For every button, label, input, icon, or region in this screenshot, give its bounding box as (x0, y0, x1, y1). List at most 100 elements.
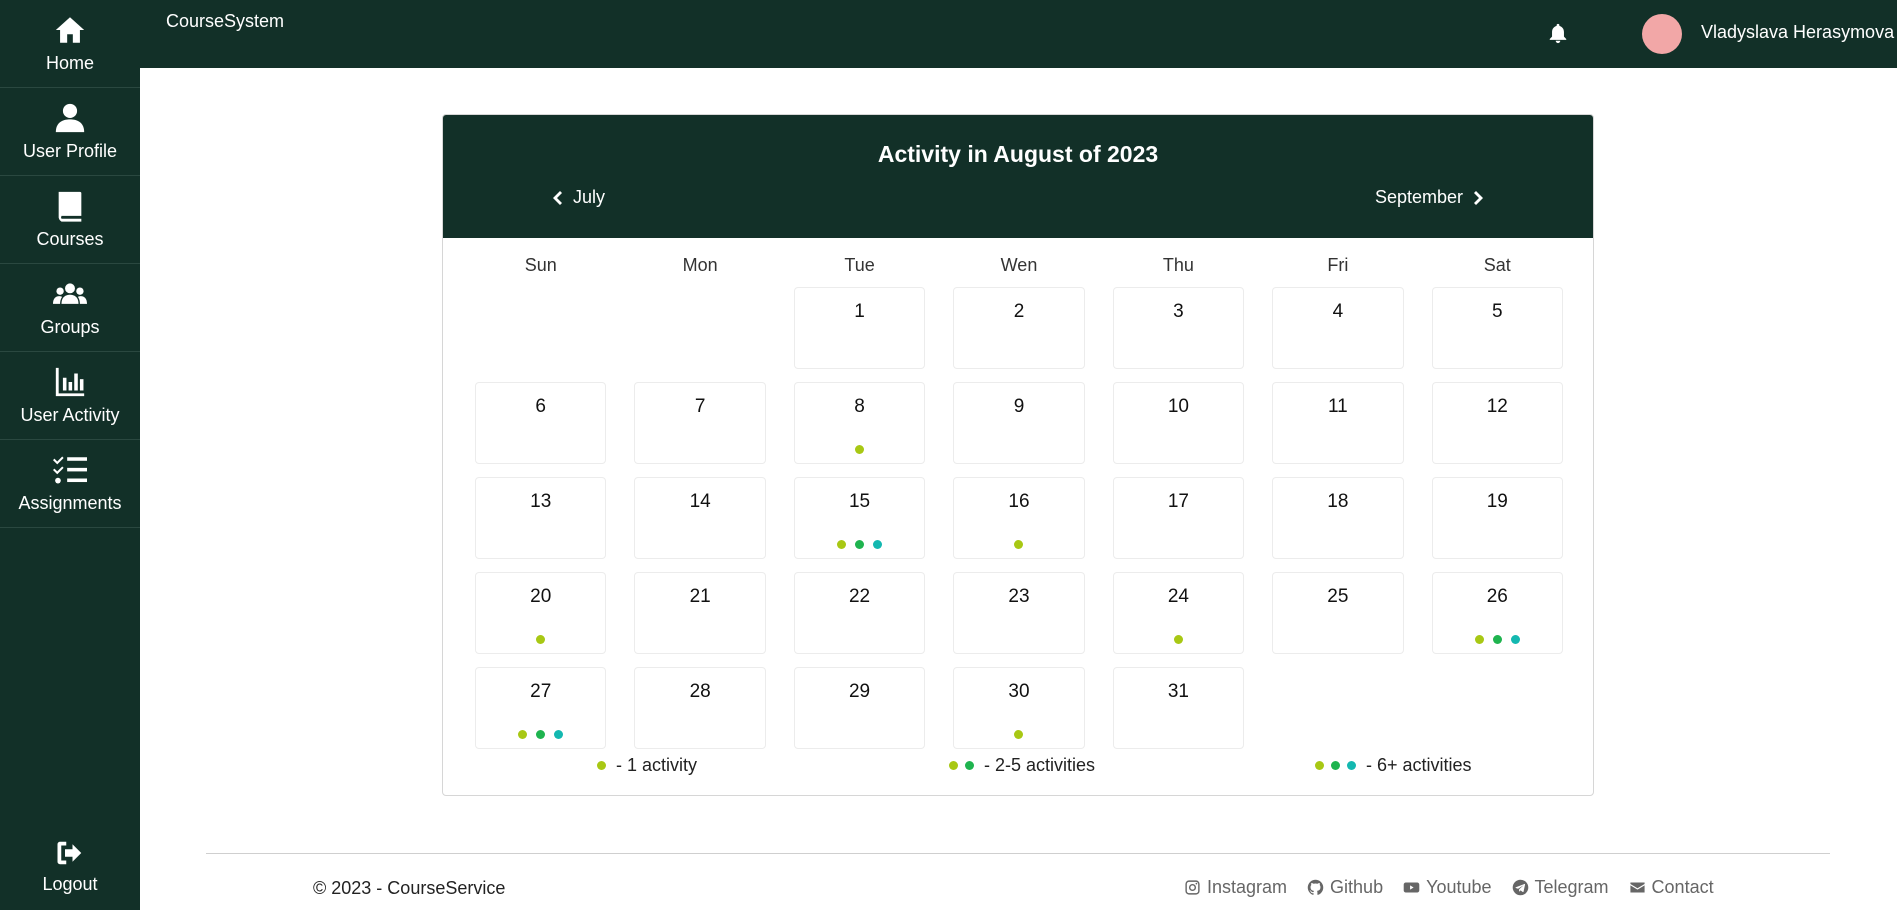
instagram-link[interactable]: Instagram (1184, 877, 1287, 898)
day-number: 11 (1327, 396, 1348, 417)
weekday-label: Fri (1327, 255, 1349, 275)
book-icon (58, 191, 82, 222)
sidebar-item-label: User Activity (20, 405, 120, 425)
activity-dot (1315, 761, 1324, 770)
activity-dot (1347, 761, 1356, 770)
activity-dot (949, 761, 958, 770)
calendar-day-cell[interactable]: 27 (475, 667, 607, 749)
logout-icon (57, 841, 82, 864)
sidebar-item-assignments[interactable]: Assignments (0, 440, 140, 528)
day-number: 14 (689, 491, 711, 512)
legend-text: - 1 activity (616, 755, 698, 775)
prev-month-label: July (573, 187, 606, 207)
calendar-day-cell[interactable]: 29 (793, 667, 926, 749)
calendar-day-cell[interactable]: 19 (1431, 477, 1563, 559)
day-number: 26 (1486, 586, 1508, 607)
day-number: 15 (848, 491, 871, 512)
calendar-day-cell[interactable]: 25 (1272, 572, 1404, 654)
day-number: 19 (1486, 491, 1508, 512)
calendar-day-cell[interactable]: 10 (1112, 382, 1245, 464)
next-month-button[interactable]: September (1375, 187, 1485, 208)
calendar-day-cell[interactable]: 4 (1272, 287, 1404, 369)
top-bar: CourseSystem Vladyslava Herasymova (140, 0, 1897, 68)
calendar-day-cell[interactable]: 12 (1431, 382, 1563, 464)
logout-label: Logout (42, 873, 98, 894)
bell-icon[interactable] (1547, 22, 1569, 44)
instagram-icon (1185, 880, 1200, 895)
footer-link-label: Youtube (1426, 877, 1492, 897)
logout-button[interactable]: Logout (0, 822, 140, 910)
calendar-day-cell[interactable]: 20 (475, 572, 607, 654)
avatar[interactable] (1642, 14, 1682, 54)
calendar-day-cell[interactable]: 1 (793, 287, 926, 369)
activity-dot (855, 540, 865, 549)
copyright: © 2023 - CourseService (313, 878, 506, 898)
calendar-day-cell[interactable]: 8 (793, 382, 926, 464)
activity-dots (476, 730, 605, 739)
youtube-link[interactable]: Youtube (1403, 877, 1492, 898)
legend-item: - 1 activity (597, 755, 697, 776)
brand-name[interactable]: CourseSystem (166, 11, 284, 32)
weekday-label: Mon (682, 255, 718, 275)
calendar-day-cell[interactable]: 18 (1272, 477, 1404, 559)
footer-links: Instagram Github Youtube Telegram Contac… (1184, 877, 1714, 898)
day-number: 12 (1486, 396, 1508, 417)
calendar-day-cell[interactable]: 31 (1112, 667, 1245, 749)
activity-dot (597, 761, 606, 770)
github-link[interactable]: Github (1307, 877, 1383, 898)
calendar-day-cell[interactable]: 17 (1112, 477, 1245, 559)
calendar-day-cell[interactable]: 24 (1112, 572, 1245, 654)
legend-text: - 2-5 activities (984, 755, 1096, 775)
day-number: 24 (1167, 586, 1189, 607)
sidebar-item-courses[interactable]: Courses (0, 176, 140, 264)
sidebar-item-user-profile[interactable]: User Profile (0, 88, 140, 176)
calendar-day-cell[interactable]: 2 (953, 287, 1085, 369)
calendar-day-cell[interactable]: 23 (953, 572, 1085, 654)
calendar-day-cell[interactable]: 7 (634, 382, 766, 464)
sidebar-item-groups[interactable]: Groups (0, 264, 140, 352)
calendar-day-cell[interactable]: 15 (793, 477, 926, 559)
day-number: 10 (1167, 396, 1189, 417)
footer-link-label: Contact (1651, 877, 1714, 897)
telegram-link[interactable]: Telegram (1512, 877, 1609, 898)
sidebar-item-user-activity[interactable]: User Activity (0, 352, 140, 440)
calendar-day-cell[interactable]: 22 (793, 572, 926, 654)
calendar-day-cell[interactable]: 21 (634, 572, 766, 654)
youtube-icon (1403, 882, 1420, 893)
activity-dot (1173, 635, 1183, 644)
activity-dots (954, 730, 1083, 739)
calendar-day-cell[interactable]: 14 (634, 477, 766, 559)
activity-dot (965, 761, 974, 770)
sidebar-item-home[interactable]: Home (0, 0, 140, 88)
activity-dot (1492, 635, 1502, 644)
activity-dot (1014, 540, 1024, 549)
user-name[interactable]: Vladyslava Herasymova (1701, 22, 1894, 43)
calendar-day-cell[interactable]: 3 (1112, 287, 1245, 369)
calendar-header: Activity in August of 2023 July Septembe… (443, 115, 1593, 238)
calendar-grid: 1 2 3 4 5 6 7 8 9 10 11 12 13 14 15 16 17 18 19 20 21 22 23 24 2… (475, 287, 1563, 749)
day-number: 20 (530, 586, 552, 607)
envelope-icon (1629, 882, 1645, 893)
activity-dot (536, 730, 546, 739)
calendar-day-cell[interactable]: 5 (1431, 287, 1563, 369)
calendar-day-cell[interactable]: 30 (953, 667, 1085, 749)
contact-link[interactable]: Contact (1629, 877, 1714, 898)
calendar-day-cell[interactable]: 28 (634, 667, 766, 749)
calendar-day-cell[interactable]: 13 (475, 477, 607, 559)
calendar-empty-cell (475, 287, 606, 369)
prev-month-button[interactable]: July (551, 187, 605, 208)
day-number: 9 (1013, 396, 1025, 417)
calendar-day-cell[interactable]: 26 (1431, 572, 1563, 654)
activity-dots (795, 540, 924, 549)
day-number: 28 (689, 681, 711, 702)
calendar-day-cell[interactable]: 9 (953, 382, 1085, 464)
users-icon (53, 283, 87, 304)
calendar-day-cell[interactable]: 6 (475, 382, 607, 464)
calendar-day-cell[interactable]: 11 (1272, 382, 1404, 464)
footer-link-label: Telegram (1534, 877, 1609, 897)
activity-dot (536, 635, 546, 644)
day-number: 16 (1008, 491, 1030, 512)
calendar-day-cell[interactable]: 16 (953, 477, 1085, 559)
activity-dot (837, 540, 847, 549)
sidebar-item-label: Courses (36, 229, 104, 249)
